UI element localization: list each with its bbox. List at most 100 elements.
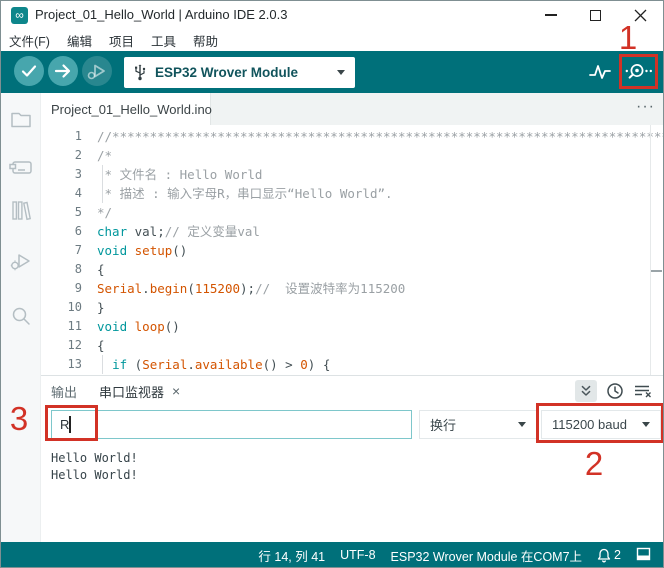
code-text: /* xyxy=(97,146,112,165)
tab-more-menu[interactable]: ··· xyxy=(636,93,655,125)
check-icon xyxy=(14,56,44,86)
boards-manager-icon[interactable] xyxy=(8,155,34,179)
close-tab-icon[interactable]: × xyxy=(172,384,180,398)
timestamp-button[interactable] xyxy=(606,382,624,400)
clock-icon xyxy=(606,382,624,400)
annotation-number-1: 1 xyxy=(612,21,644,55)
debug-button[interactable] xyxy=(82,56,112,86)
code-line: 4 * 描述 : 输入字母R，串口显示“Hello World”. xyxy=(41,184,663,203)
code-line: 8{ xyxy=(41,260,663,279)
editor-tabbar: Project_01_Hello_World.ino ··· xyxy=(41,93,663,125)
serial-output-line: Hello World! xyxy=(51,450,663,467)
line-number: 9 xyxy=(41,279,97,298)
tab-sketch-file[interactable]: Project_01_Hello_World.ino xyxy=(41,93,211,125)
arrow-right-icon xyxy=(48,56,78,86)
titlebar: ∞ Project_01_Hello_World | Arduino IDE 2… xyxy=(1,1,663,29)
selected-board-label: ESP32 Wrover Module xyxy=(155,65,337,80)
code-line: 1//*************************************… xyxy=(41,127,663,146)
line-number: 8 xyxy=(41,260,97,279)
code-line: 7void setup() xyxy=(41,241,663,260)
line-number: 2 xyxy=(41,146,97,165)
annotation-number-3: 3 xyxy=(3,399,35,439)
encoding-label[interactable]: UTF-8 xyxy=(340,548,375,562)
maximize-icon xyxy=(590,10,601,21)
tab-output[interactable]: 输出 xyxy=(51,382,77,401)
line-number: 11 xyxy=(41,317,97,336)
code-line: 3 * 文件名 : Hello World xyxy=(41,165,663,184)
bell-icon xyxy=(597,548,611,563)
upload-button[interactable] xyxy=(48,56,78,86)
cursor-position[interactable]: 行 14, 列 41 xyxy=(258,546,325,565)
chevron-down-icon xyxy=(337,70,345,75)
menu-tools[interactable]: 工具 xyxy=(151,31,176,50)
serial-output-line: Hello World! xyxy=(51,467,663,484)
statusbar: 行 14, 列 41 UTF-8 ESP32 Wrover Module 在CO… xyxy=(1,542,663,568)
code-line: 2/* xyxy=(41,146,663,165)
arduino-ide-window: ∞ Project_01_Hello_World | Arduino IDE 2… xyxy=(0,0,664,568)
notification-count: 2 xyxy=(614,548,621,562)
board-port-status[interactable]: ESP32 Wrover Module 在COM7上 xyxy=(391,546,583,565)
annotation-box-baud-rate xyxy=(536,403,664,443)
code-line: 5*/ xyxy=(41,203,663,222)
annotation-number-2: 2 xyxy=(578,444,610,484)
clear-output-icon xyxy=(633,382,653,400)
annotation-box-input xyxy=(45,405,98,441)
line-ending-dropdown[interactable]: 换行 xyxy=(419,410,537,439)
debug-sidebar-icon[interactable] xyxy=(8,248,34,274)
code-line: 6char val;// 定义变量val xyxy=(41,222,663,241)
board-selector[interactable]: ESP32 Wrover Module xyxy=(124,57,355,88)
scrollbar-cursor-mark xyxy=(651,270,662,272)
code-line: 11void loop() xyxy=(41,317,663,336)
editor-scrollbar[interactable] xyxy=(650,125,651,375)
line-number: 1 xyxy=(41,127,97,146)
line-ending-value: 换行 xyxy=(430,415,518,434)
activity-sidebar xyxy=(1,93,41,542)
line-number: 12 xyxy=(41,336,97,355)
serial-plotter-icon xyxy=(587,59,613,85)
code-text: } xyxy=(97,298,105,317)
sketchbook-folder-icon[interactable] xyxy=(9,107,33,131)
line-number: 3 xyxy=(41,165,97,184)
panel-tabbar: 输出 串口监视器 × xyxy=(41,376,663,406)
window-title: Project_01_Hello_World | Arduino IDE 2.0… xyxy=(35,1,287,29)
code-text: { xyxy=(97,336,105,355)
line-number: 13 xyxy=(41,355,97,374)
code-line: 12{ xyxy=(41,336,663,355)
code-text: * 文件名 : Hello World xyxy=(97,165,262,184)
search-icon[interactable] xyxy=(9,304,33,328)
toggle-panel-button[interactable] xyxy=(636,547,651,564)
code-text: void setup() xyxy=(97,241,187,260)
annotation-box-serial-monitor xyxy=(619,54,658,89)
tab-label: Project_01_Hello_World.ino xyxy=(51,102,212,117)
library-manager-icon[interactable] xyxy=(9,198,33,224)
minimize-button[interactable] xyxy=(528,1,573,29)
notifications-button[interactable]: 2 xyxy=(597,548,621,563)
code-text: void loop() xyxy=(97,317,180,336)
serial-plotter-button[interactable] xyxy=(587,59,613,90)
line-number: 10 xyxy=(41,298,97,317)
menu-edit[interactable]: 编辑 xyxy=(67,31,92,50)
line-number: 6 xyxy=(41,222,97,241)
clear-output-button[interactable] xyxy=(633,382,653,400)
chevron-down-icon xyxy=(518,422,526,427)
tab-serial-monitor[interactable]: 串口监视器 × xyxy=(99,382,180,401)
double-chevron-down-icon xyxy=(578,383,594,399)
code-text: Serial.begin(115200);// 设置波特率为115200 xyxy=(97,279,405,298)
code-text: { xyxy=(97,260,105,279)
toggle-autoscroll-button[interactable] xyxy=(575,380,597,402)
line-number: 4 xyxy=(41,184,97,203)
serial-output-area[interactable]: Hello World!Hello World! xyxy=(41,446,663,484)
code-text: char val;// 定义变量val xyxy=(97,222,260,241)
code-line: 13 if (Serial.available() > 0) { xyxy=(41,355,663,374)
serial-monitor-tab-label: 串口监视器 xyxy=(99,382,164,401)
code-line: 10} xyxy=(41,298,663,317)
arduino-logo-icon: ∞ xyxy=(11,7,28,24)
menu-sketch[interactable]: 项目 xyxy=(109,31,134,50)
code-text: * 描述 : 输入字母R，串口显示“Hello World”. xyxy=(97,184,393,203)
menu-help[interactable]: 帮助 xyxy=(193,31,218,50)
serial-message-input[interactable] xyxy=(51,410,412,439)
menubar: 文件(F) 编辑 项目 工具 帮助 xyxy=(1,29,663,51)
code-editor[interactable]: 1//*************************************… xyxy=(41,125,663,375)
menu-file[interactable]: 文件(F) xyxy=(9,31,50,50)
verify-button[interactable] xyxy=(14,56,44,86)
